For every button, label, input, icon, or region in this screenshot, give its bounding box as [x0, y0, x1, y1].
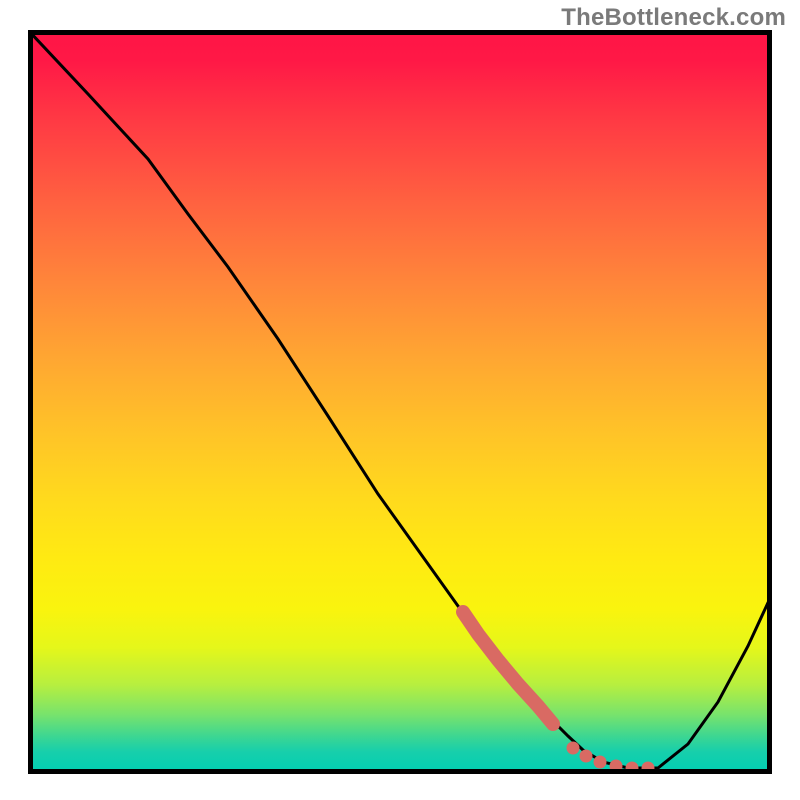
- chart-frame: [28, 30, 772, 774]
- watermark-text: TheBottleneck.com: [561, 4, 786, 32]
- highlight-dot: [626, 762, 639, 775]
- highlight-dot: [594, 756, 607, 769]
- highlight-segment: [463, 612, 553, 724]
- highlight-dots: [567, 742, 655, 775]
- chart-highlight-layer: [28, 30, 772, 774]
- highlight-dot: [610, 760, 623, 773]
- chart-stage: TheBottleneck.com: [0, 0, 800, 800]
- highlight-dot: [642, 762, 655, 775]
- highlight-dot: [580, 750, 593, 763]
- highlight-dot: [567, 742, 580, 755]
